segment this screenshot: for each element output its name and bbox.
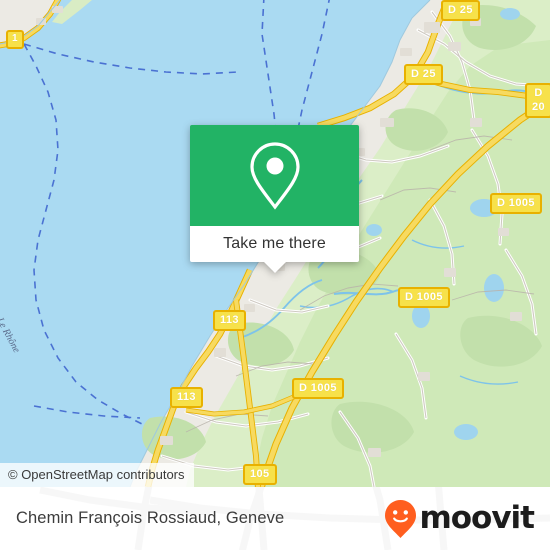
road-shield: 1: [6, 30, 24, 49]
moovit-logo[interactable]: moovit: [384, 499, 535, 539]
road-shield: D 25: [441, 0, 480, 21]
take-me-there-popup[interactable]: Take me there: [190, 125, 359, 273]
footer-bar: Chemin François Rossiaud, Geneve moovit: [0, 487, 550, 550]
road-shield: 105: [243, 464, 277, 485]
road-shield: D 1005: [490, 193, 542, 214]
moovit-map-screen: Le Rhône 1 D 25 D 25 D 20 D 1005 D 1005 …: [0, 0, 550, 550]
map-pin-icon: [249, 141, 300, 210]
road-shield: D 1005: [292, 378, 344, 399]
road-shield: D 25: [404, 64, 443, 85]
location-title: Chemin François Rossiaud, Geneve: [16, 509, 285, 527]
road-shield: D 20: [525, 83, 550, 118]
popup-action-label: Take me there: [223, 235, 326, 252]
popup-tail-icon: [263, 262, 286, 273]
map-canvas[interactable]: Le Rhône 1 D 25 D 25 D 20 D 1005 D 1005 …: [0, 0, 550, 487]
road-shield: 113: [170, 387, 203, 408]
moovit-wordmark: moovit: [419, 500, 535, 536]
popup-action-bar[interactable]: Take me there: [190, 226, 359, 273]
attribution-text: © OpenStreetMap contributors: [8, 467, 185, 482]
map-attribution[interactable]: © OpenStreetMap contributors: [0, 463, 194, 487]
road-shield: D 1005: [398, 287, 450, 308]
road-shield: 113: [213, 310, 246, 331]
popup-pin-area: [190, 125, 359, 226]
moovit-pin-icon: [385, 499, 417, 538]
